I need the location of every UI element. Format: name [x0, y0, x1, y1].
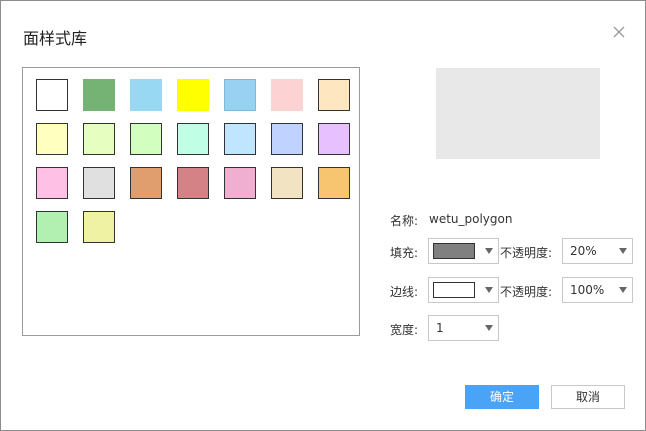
color-swatch[interactable]: [318, 79, 350, 111]
chevron-down-icon: [485, 325, 493, 331]
color-swatch[interactable]: [83, 79, 115, 111]
color-swatch[interactable]: [318, 167, 350, 199]
style-library-dialog: 面样式库 名称: wetu_polygon 填充: 不透明度: 20% 边线: …: [0, 0, 646, 431]
chevron-down-icon: [485, 287, 493, 293]
chevron-down-icon: [485, 248, 493, 254]
swatch-gallery: [22, 67, 360, 336]
dialog-title: 面样式库: [23, 29, 88, 48]
ok-button[interactable]: 确定: [465, 385, 539, 409]
name-value: wetu_polygon: [429, 212, 513, 226]
color-swatch[interactable]: [177, 167, 209, 199]
stroke-opacity-select[interactable]: 100%: [562, 277, 633, 303]
color-swatch[interactable]: [36, 79, 68, 111]
stroke-label: 边线:: [390, 285, 419, 299]
color-swatch[interactable]: [177, 123, 209, 155]
fill-color-select[interactable]: [428, 238, 499, 264]
color-swatch[interactable]: [318, 123, 350, 155]
color-swatch[interactable]: [224, 167, 256, 199]
fill-color-swatch: [433, 243, 475, 259]
fill-opacity-select[interactable]: 20%: [562, 238, 633, 264]
cancel-button[interactable]: 取消: [551, 385, 625, 409]
width-value: 1: [436, 321, 444, 335]
color-swatch[interactable]: [177, 79, 209, 111]
chevron-down-icon: [619, 287, 627, 293]
color-swatch[interactable]: [271, 79, 303, 111]
color-swatch[interactable]: [83, 123, 115, 155]
color-swatch[interactable]: [36, 211, 68, 243]
color-swatch[interactable]: [224, 79, 256, 111]
chevron-down-icon: [619, 248, 627, 254]
stroke-color-swatch: [433, 282, 475, 298]
color-swatch[interactable]: [130, 79, 162, 111]
color-swatch[interactable]: [271, 123, 303, 155]
fill-opacity-value: 20%: [570, 244, 597, 258]
color-swatch[interactable]: [130, 123, 162, 155]
fill-opacity-label: 不透明度:: [500, 246, 553, 260]
style-preview: [436, 68, 600, 159]
color-swatch[interactable]: [36, 123, 68, 155]
width-label: 宽度:: [390, 323, 419, 337]
color-swatch[interactable]: [83, 167, 115, 199]
color-swatch[interactable]: [224, 123, 256, 155]
color-swatch[interactable]: [36, 167, 68, 199]
fill-label: 填充:: [390, 246, 419, 260]
width-select[interactable]: 1: [428, 315, 499, 341]
stroke-opacity-label: 不透明度:: [500, 285, 553, 299]
close-icon[interactable]: [609, 22, 629, 42]
color-swatch[interactable]: [130, 167, 162, 199]
color-swatch[interactable]: [271, 167, 303, 199]
color-swatch[interactable]: [83, 211, 115, 243]
stroke-opacity-value: 100%: [570, 283, 605, 297]
stroke-color-select[interactable]: [428, 277, 499, 303]
name-label: 名称:: [390, 214, 419, 228]
